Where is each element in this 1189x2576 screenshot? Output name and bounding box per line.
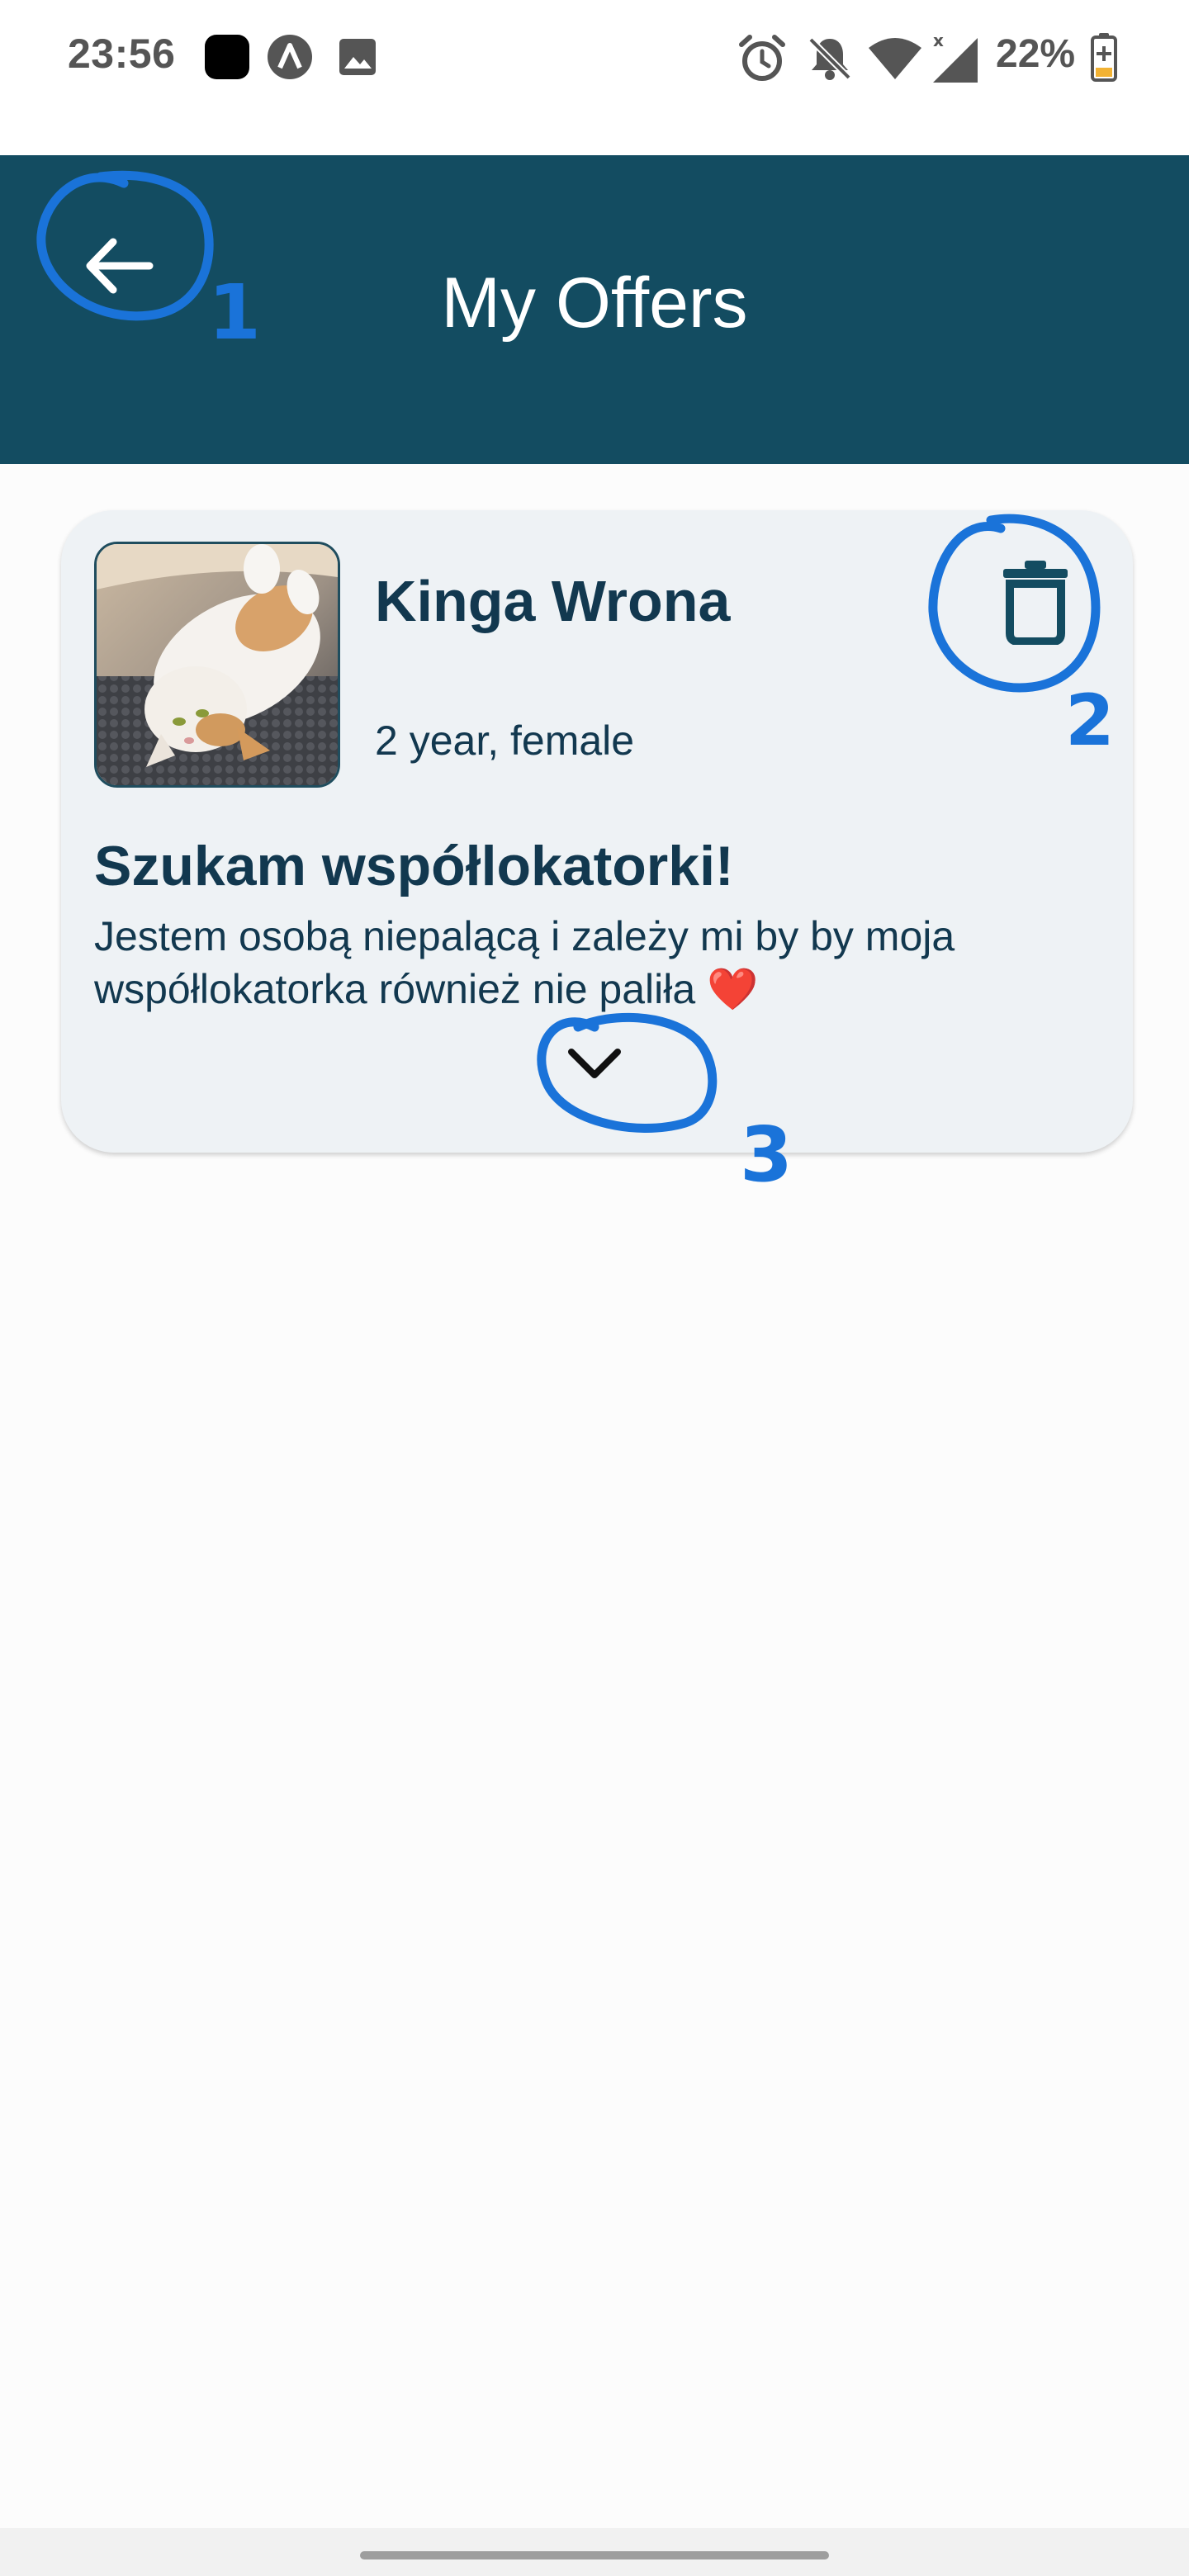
offer-title: Szukam współlokatorki!	[94, 835, 734, 897]
gallery-icon	[339, 39, 376, 75]
status-bar: 23:56 x 22%	[0, 0, 1189, 155]
expand-button[interactable]	[545, 1022, 644, 1105]
assistant-icon	[268, 35, 312, 79]
offer-card[interactable]: Kinga Wrona 2 year, female Szukam współl…	[61, 510, 1133, 1153]
signal-icon: x	[933, 31, 978, 83]
wifi-icon	[869, 38, 921, 79]
app-square-icon	[205, 35, 249, 79]
owner-meta: 2 year, female	[375, 717, 635, 764]
delete-button[interactable]	[978, 543, 1093, 659]
gesture-navigation-bar	[0, 2528, 1189, 2576]
page-title: My Offers	[441, 263, 748, 343]
alarm-icon	[739, 35, 785, 81]
avatar	[94, 542, 340, 788]
svg-text:x: x	[933, 31, 944, 50]
app-bar: My Offers	[0, 155, 1189, 464]
status-time: 23:56	[68, 31, 176, 77]
offer-description: Jestem osobą niepalącą i zależy mi by by…	[94, 913, 955, 1012]
chevron-down-icon	[568, 1049, 621, 1078]
home-gesture-handle[interactable]	[360, 2551, 829, 2559]
battery-percentage: 22%	[996, 32, 1076, 76]
owner-name: Kinga Wrona	[375, 569, 731, 633]
battery-charging-icon	[1091, 33, 1117, 82]
trash-icon	[1003, 561, 1068, 645]
muted-bell-icon	[808, 37, 851, 80]
cat-photo	[97, 544, 338, 785]
